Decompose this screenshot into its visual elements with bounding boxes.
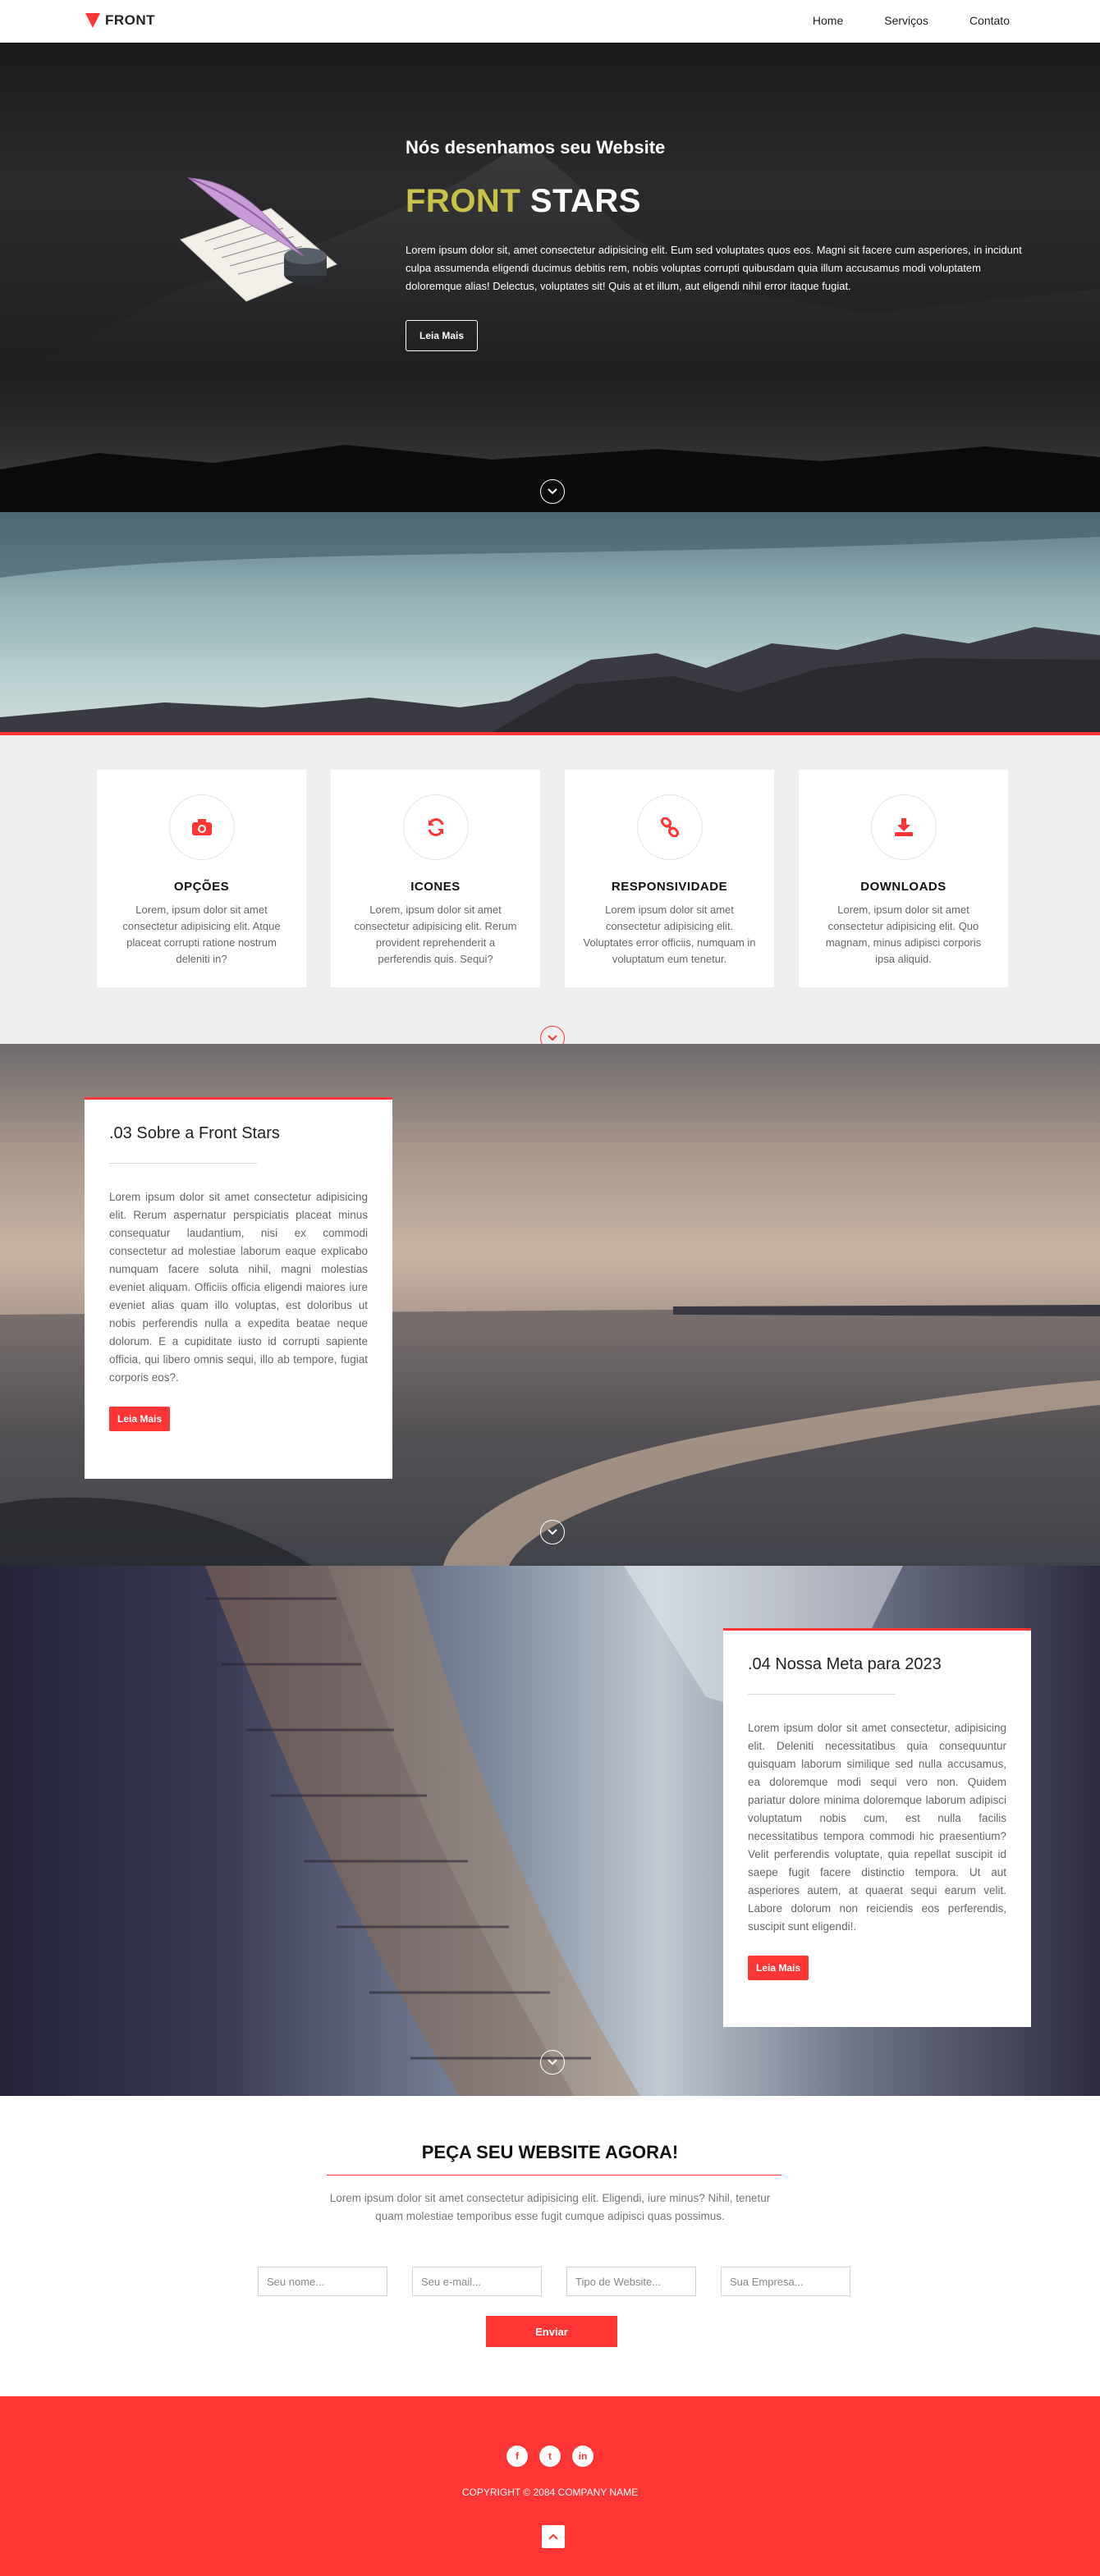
hero-title: FRONT STARS (406, 183, 1029, 220)
nav-link-contato[interactable]: Contato (969, 14, 1010, 27)
feature-card-icones: ICONES Lorem, ipsum dolor sit amet conse… (331, 770, 540, 987)
chevron-down-icon (548, 1035, 557, 1041)
scroll-down-button[interactable] (540, 1520, 565, 1544)
copyright-text: COPYRIGHT © 2084 COMPANY NAME (461, 2487, 639, 2498)
feature-icon-circle (636, 794, 703, 860)
company-input[interactable] (721, 2267, 850, 2296)
back-to-top-button[interactable] (542, 2525, 565, 2548)
link-icon (660, 817, 679, 837)
hero-text: Lorem ipsum dolor sit, amet consectetur … (406, 244, 1022, 292)
divider (748, 1694, 896, 1695)
feature-title: ICONES (410, 880, 461, 894)
top-navbar: FRONT Home Serviços Contato (0, 0, 1100, 43)
feature-text: Lorem, ipsum dolor sit amet consectetur … (354, 904, 517, 965)
feature-cards: OPÇÕES Lorem, ipsum dolor sit amet conse… (97, 770, 1008, 987)
name-input[interactable] (258, 2267, 387, 2296)
contact-title: PEÇA SEU WEBSITE AGORA! (421, 2142, 679, 2162)
goal-text: Lorem ipsum dolor sit amet consectetur, … (748, 1722, 1006, 1933)
hero-content: Nós desenhamos seu Website FRONT STARS L… (406, 137, 1029, 351)
about-card: .03 Sobre a Front Stars Lorem ipsum dolo… (85, 1097, 392, 1479)
about-text: Lorem ipsum dolor sit amet consectetur a… (109, 1191, 368, 1384)
goal-read-more-button[interactable]: Leia Mais (748, 1956, 809, 1980)
linkedin-icon[interactable]: in (572, 2446, 594, 2467)
contact-section: PEÇA SEU WEBSITE AGORA! Lorem ipsum dolo… (0, 2096, 1100, 2396)
hero-title-accent: FRONT (406, 183, 521, 219)
landscape-banner (0, 512, 1100, 735)
hero-read-more-button[interactable]: Leia Mais (406, 320, 479, 351)
feature-text: Lorem, ipsum dolor sit amet consectetur … (122, 904, 281, 965)
nav-menu: Home Serviços Contato (772, 14, 1010, 27)
logo[interactable]: FRONT (85, 12, 155, 29)
hero-subtitle: Nós desenhamos seu Website (406, 137, 666, 158)
scroll-down-button[interactable] (540, 479, 565, 504)
scroll-down-button[interactable] (540, 2050, 565, 2075)
download-icon (894, 818, 913, 836)
logo-triangle-icon (85, 13, 100, 28)
feature-card-opcoes: OPÇÕES Lorem, ipsum dolor sit amet conse… (97, 770, 306, 987)
logo-text: FRONT (105, 12, 156, 28)
hero-section: Nós desenhamos seu Website FRONT STARS L… (0, 43, 1100, 512)
feature-icon-circle (402, 794, 469, 860)
send-button[interactable]: Enviar (486, 2316, 617, 2347)
goal-title: .04 Nossa Meta para 2023 (748, 1655, 942, 1673)
camera-icon (191, 819, 212, 835)
feature-text: Lorem, ipsum dolor sit amet consectetur … (825, 904, 982, 965)
chevron-up-icon (548, 2533, 558, 2540)
about-section: .03 Sobre a Front Stars Lorem ipsum dolo… (0, 1044, 1100, 1566)
about-title: .03 Sobre a Front Stars (109, 1124, 280, 1142)
twitter-icon[interactable]: t (539, 2446, 561, 2467)
website-type-input[interactable] (566, 2267, 696, 2296)
feature-card-responsividade: RESPONSIVIDADE Lorem ipsum dolor sit ame… (565, 770, 774, 987)
landscape-image (0, 512, 1100, 732)
chevron-down-icon (548, 2059, 557, 2066)
divider (109, 1163, 257, 1164)
goal-section: .04 Nossa Meta para 2023 Lorem ipsum dol… (0, 1566, 1100, 2096)
goal-card: .04 Nossa Meta para 2023 Lorem ipsum dol… (723, 1628, 1031, 2027)
contact-form (258, 2267, 850, 2296)
feature-icon-circle (870, 794, 937, 860)
feature-icon-circle (168, 794, 235, 860)
social-links: f t in (0, 2446, 1100, 2467)
refresh-icon (428, 818, 443, 836)
contact-text: Lorem ipsum dolor sit amet consectetur a… (329, 2192, 771, 2222)
nav-link-home[interactable]: Home (813, 14, 843, 27)
feature-title: DOWNLOADS (860, 880, 946, 894)
footer: f t in COPYRIGHT © 2084 COMPANY NAME (0, 2396, 1100, 2576)
feature-card-downloads: DOWNLOADS Lorem, ipsum dolor sit amet co… (799, 770, 1008, 987)
divider (327, 2175, 781, 2176)
feature-text: Lorem ipsum dolor sit amet consectetur a… (583, 904, 756, 965)
feature-title: OPÇÕES (173, 880, 230, 894)
feature-title: RESPONSIVIDADE (611, 880, 728, 894)
nav-link-servicos[interactable]: Serviços (884, 14, 928, 27)
facebook-icon[interactable]: f (506, 2446, 528, 2467)
features-section: OPÇÕES Lorem, ipsum dolor sit amet conse… (0, 735, 1100, 1050)
quill-paper-illustration (180, 177, 337, 302)
email-input[interactable] (412, 2267, 542, 2296)
chevron-down-icon (548, 1529, 557, 1535)
hero-title-rest: STARS (520, 183, 641, 219)
about-read-more-button[interactable]: Leia Mais (109, 1407, 171, 1431)
chevron-down-icon (548, 488, 557, 495)
